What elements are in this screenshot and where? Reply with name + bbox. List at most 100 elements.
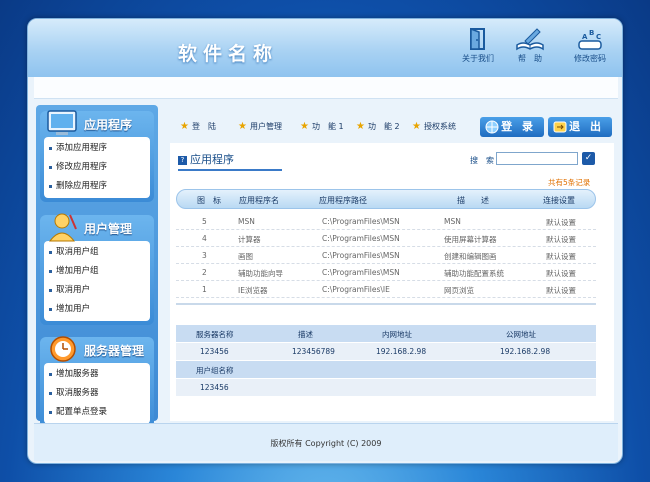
sidebar-section-header: 应用程序 [40,110,154,137]
menu-item-label: 用户管理 [249,122,282,131]
about-us-label: 关于我们 [462,54,494,63]
cell-app-name: MSN [238,217,255,226]
book-icon [516,28,544,51]
star-icon: ★ [300,121,309,132]
sidebar-section-apps: 应用程序 添加应用程序 修改应用程序 删除应用程序 [40,110,154,202]
sidebar-section-header: 服务器管理 [40,336,154,363]
usergroup-value-row[interactable]: 123456 [176,379,596,396]
usergroup-name-value: 123456 [200,383,229,392]
usergroup-col-name: 用户组名称 [196,366,234,375]
page-title: ? 应用程序 [178,151,234,167]
sidebar-section-title: 服务器管理 [84,344,145,358]
cell-app-path: C:\ProgramFiles\MSN [322,234,400,243]
sidebar-item-add-user[interactable]: 增加用户 [44,300,150,319]
site-title: 软件名称 [178,43,279,65]
menu-item-label: 登 陆 [191,122,216,131]
star-icon: ★ [412,121,421,132]
copyright-text: 版权所有 Copyright (C) 2009 [270,439,382,448]
server-desc-value: 123456789 [292,347,335,356]
abc-icon: ABC [578,29,602,50]
menu-item-label: 授权系统 [423,122,456,131]
server-col-wan: 公网地址 [506,330,536,339]
cell-description: 辅助功能配置系统 [444,269,504,278]
about-us-button[interactable]: 关于我们 [456,27,500,64]
cell-app-name: 计算器 [238,235,261,244]
cell-id: 3 [202,251,207,260]
sidebar-item-cancel-user[interactable]: 取消用户 [44,281,150,300]
table-divider [176,303,596,305]
table-row[interactable]: 1 IE浏览器 C:\ProgramFiles\IE 网页浏览 默认设置 [176,281,596,298]
cell-id: 2 [202,268,207,277]
col-header-connection: 连接设置 [543,196,575,205]
cell-connection[interactable]: 默认设置 [546,285,576,296]
logout-button[interactable]: 退 出 [548,117,612,137]
col-header-icon: 图 标 [197,196,221,205]
change-password-button[interactable]: ABC 修改密码 [568,27,612,64]
sidebar-section-users: 用户管理 取消用户组 增加用户组 取消用户 增加用户 [40,213,154,325]
menu-item-auth-system[interactable]: ★ 授权系统 [412,121,456,132]
cell-description: 使用屏幕计算器 [444,235,497,244]
menu-item-user-management[interactable]: ★ 用户管理 [238,121,282,132]
check-icon: ✓ [584,153,593,163]
star-icon: ★ [238,121,247,132]
main-panel: ? 应用程序 搜 索 ✓ 共有5条记录 图 标 应用程序名 应用程序路径 描 述 … [170,143,614,421]
cell-connection[interactable]: 默认设置 [546,268,576,279]
cell-app-name: IE浏览器 [238,286,268,295]
col-header-app-name: 应用程序名 [239,196,279,205]
svg-text:A: A [582,33,588,41]
sidebar-section-title: 应用程序 [84,118,133,132]
record-count: 共有5条记录 [548,178,591,187]
menu-item-login[interactable]: ★ 登 陆 [180,121,216,132]
search-button[interactable]: ✓ [582,152,595,165]
cell-app-path: C:\ProgramFiles\IE [322,285,390,294]
question-icon: ? [178,156,187,165]
server-header-row: 服务器名称 描述 内网地址 公网地址 [176,325,596,342]
header: 软件名称 关于我们 帮 助 ABC 修改密码 [28,19,622,77]
sidebar-item-delete-app[interactable]: 删除应用程序 [44,177,150,196]
server-col-desc: 描述 [298,330,313,339]
sidebar-item-config-sso[interactable]: 配置单点登录 [44,403,150,422]
cell-id: 4 [202,234,207,243]
usergroup-header-row: 用户组名称 [176,361,596,378]
sidebar-item-add-app[interactable]: 添加应用程序 [44,139,150,158]
cell-id: 5 [202,217,207,226]
menu-item-label: 功 能 2 [367,122,400,131]
menu-item-label: 功 能 1 [311,122,344,131]
server-lan-value: 192.168.2.98 [376,347,427,356]
server-col-lan: 内网地址 [382,330,412,339]
table-row[interactable]: 2 辅助功能向导 C:\ProgramFiles\MSN 辅助功能配置系统 默认… [176,264,596,281]
menu-item-function-1[interactable]: ★ 功 能 1 [300,121,344,132]
cell-app-name: 画图 [238,252,253,261]
user-icon [48,213,77,242]
app-window: 软件名称 关于我们 帮 助 ABC 修改密码 应用程序 添加应用程序 修改应用程… [27,18,623,464]
sidebar-item-cancel-server[interactable]: 取消服务器 [44,384,150,403]
cell-connection[interactable]: 默认设置 [546,234,576,245]
table-row[interactable]: 5 MSN C:\ProgramFiles\MSN MSN 默认设置 [176,213,596,230]
cell-app-name: 辅助功能向导 [238,269,283,278]
table-row[interactable]: 3 画图 C:\ProgramFiles\MSN 创建和编辑图画 默认设置 [176,247,596,264]
help-button[interactable]: 帮 助 [508,27,552,64]
title-underline [178,169,282,171]
help-label: 帮 助 [518,54,542,63]
footer: 版权所有 Copyright (C) 2009 [34,423,618,461]
cell-description: MSN [444,217,461,226]
sidebar-item-add-usergroup[interactable]: 增加用户组 [44,262,150,281]
cell-connection[interactable]: 默认设置 [546,251,576,262]
server-value-row[interactable]: 123456 123456789 192.168.2.98 192.168.2.… [176,343,596,360]
search-input[interactable] [496,152,578,165]
login-button-label: 登 录 [501,120,536,133]
page-title-text: 应用程序 [190,153,234,166]
door-icon [470,27,485,50]
star-icon: ★ [180,121,189,132]
sidebar-item-add-server[interactable]: 增加服务器 [44,365,150,384]
cell-description: 创建和编辑图画 [444,252,497,261]
menu-item-function-2[interactable]: ★ 功 能 2 [356,121,400,132]
computer-icon [47,110,77,135]
sidebar-item-cancel-usergroup[interactable]: 取消用户组 [44,243,150,262]
sidebar-item-edit-app[interactable]: 修改应用程序 [44,158,150,177]
cell-connection[interactable]: 默认设置 [546,217,576,228]
table-row[interactable]: 4 计算器 C:\ProgramFiles\MSN 使用屏幕计算器 默认设置 [176,230,596,247]
login-button[interactable]: 登 录 [480,117,544,137]
search-label: 搜 索 [470,156,494,165]
exit-icon [553,121,567,133]
